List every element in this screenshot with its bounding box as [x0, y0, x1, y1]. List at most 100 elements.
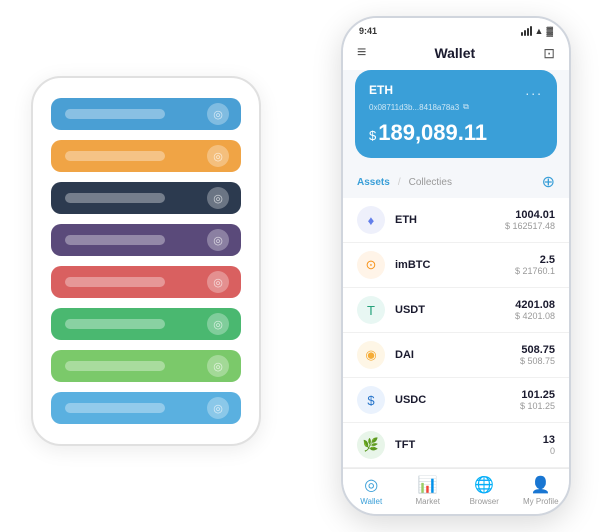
card-item-1[interactable]: ◎ [51, 98, 241, 130]
asset-values-usdc: 101.25 $ 101.25 [520, 389, 555, 411]
signal-icon [521, 26, 532, 36]
asset-amount: 2.5 [515, 254, 555, 266]
nav-icon-browser: 🌐 [474, 475, 494, 495]
asset-usd: $ 508.75 [520, 356, 555, 366]
wallet-coin-label: ETH [369, 83, 393, 97]
copy-icon[interactable]: ⧉ [463, 102, 469, 112]
scene: ◎ ◎ ◎ ◎ ◎ ◎ ◎ ◎ 9:41 [21, 16, 581, 516]
asset-row-tft[interactable]: 🌿 TFT 13 0 [343, 423, 569, 468]
wallet-card: ETH ... 0x08711d3b...8418a78a3 ⧉ $189,08… [355, 70, 557, 158]
card-icon: ◎ [207, 103, 229, 125]
tab-assets[interactable]: Assets [357, 177, 390, 188]
status-time: 9:41 [359, 26, 377, 36]
card-icon: ◎ [207, 271, 229, 293]
nav-label-profile: My Profile [523, 497, 559, 506]
nav-label-browser: Browser [470, 497, 499, 506]
nav-item-profile[interactable]: 👤 My Profile [513, 475, 570, 506]
asset-values-usdt: 4201.08 $ 4201.08 [515, 299, 555, 321]
wallet-more-button[interactable]: ... [525, 82, 543, 98]
card-item-2[interactable]: ◎ [51, 140, 241, 172]
asset-name-usdt: USDT [395, 304, 515, 316]
card-item-4[interactable]: ◎ [51, 224, 241, 256]
wallet-balance: $189,089.11 [369, 120, 543, 146]
asset-amount: 13 [543, 434, 555, 446]
asset-row-usdt[interactable]: T USDT 4201.08 $ 4201.08 [343, 288, 569, 333]
wallet-address: 0x08711d3b...8418a78a3 ⧉ [369, 102, 543, 112]
wifi-icon: ▲ [535, 26, 544, 36]
card-label [65, 361, 165, 371]
card-icon: ◎ [207, 229, 229, 251]
asset-row-usdc[interactable]: $ USDC 101.25 $ 101.25 [343, 378, 569, 423]
card-icon: ◎ [207, 313, 229, 335]
card-label [65, 319, 165, 329]
assets-header: Assets / Collecties ⊕ [343, 168, 569, 198]
assets-tabs: Assets / Collecties [357, 177, 452, 188]
asset-row-dai[interactable]: ◉ DAI 508.75 $ 508.75 [343, 333, 569, 378]
asset-icon-usdc: $ [357, 386, 385, 414]
card-icon: ◎ [207, 397, 229, 419]
nav-item-wallet[interactable]: ◎ Wallet [343, 475, 400, 506]
asset-icon-usdt: T [357, 296, 385, 324]
asset-amount: 101.25 [520, 389, 555, 401]
asset-values-eth: 1004.01 $ 162517.48 [505, 209, 555, 231]
asset-name-eth: ETH [395, 214, 505, 226]
asset-amount: 508.75 [520, 344, 555, 356]
card-item-8[interactable]: ◎ [51, 392, 241, 424]
card-label [65, 193, 165, 203]
asset-name-usdc: USDC [395, 394, 520, 406]
tab-divider: / [398, 177, 401, 188]
nav-label-market: Market [416, 497, 440, 506]
asset-icon-imbtc: ⊙ [357, 251, 385, 279]
asset-name-imbtc: imBTC [395, 259, 515, 271]
card-item-3[interactable]: ◎ [51, 182, 241, 214]
asset-usd: $ 101.25 [520, 401, 555, 411]
bottom-nav: ◎ Wallet 📊 Market 🌐 Browser 👤 My Profile [343, 468, 569, 514]
asset-amount: 4201.08 [515, 299, 555, 311]
card-label [65, 109, 165, 119]
assets-list: ♦ ETH 1004.01 $ 162517.48 ⊙ imBTC 2.5 $ … [343, 198, 569, 468]
card-label [65, 151, 165, 161]
asset-usd: $ 4201.08 [515, 311, 555, 321]
status-icons: ▲ ▓ [521, 26, 553, 36]
asset-row-eth[interactable]: ♦ ETH 1004.01 $ 162517.48 [343, 198, 569, 243]
wallet-card-top: ETH ... [369, 82, 543, 98]
asset-values-dai: 508.75 $ 508.75 [520, 344, 555, 366]
fg-phone: 9:41 ▲ ▓ ≡ Wallet ⊡ ETH ... [341, 16, 571, 516]
card-item-6[interactable]: ◎ [51, 308, 241, 340]
scan-icon[interactable]: ⊡ [543, 45, 555, 62]
bg-phone: ◎ ◎ ◎ ◎ ◎ ◎ ◎ ◎ [31, 76, 261, 446]
balance-amount: 189,089.11 [378, 120, 487, 145]
card-label [65, 403, 165, 413]
tab-collecties[interactable]: Collecties [409, 177, 452, 188]
nav-icon-profile: 👤 [531, 475, 551, 495]
asset-usd: $ 162517.48 [505, 221, 555, 231]
asset-name-tft: TFT [395, 439, 543, 451]
asset-icon-eth: ♦ [357, 206, 385, 234]
card-icon: ◎ [207, 187, 229, 209]
asset-values-imbtc: 2.5 $ 21760.1 [515, 254, 555, 276]
card-icon: ◎ [207, 145, 229, 167]
add-asset-button[interactable]: ⊕ [542, 172, 555, 192]
asset-amount: 1004.01 [505, 209, 555, 221]
balance-prefix: $ [369, 128, 376, 143]
card-label [65, 277, 165, 287]
asset-icon-dai: ◉ [357, 341, 385, 369]
phone-header: ≡ Wallet ⊡ [343, 40, 569, 70]
status-bar: 9:41 ▲ ▓ [343, 18, 569, 40]
menu-icon[interactable]: ≡ [357, 44, 366, 62]
asset-usd: $ 21760.1 [515, 266, 555, 276]
nav-label-wallet: Wallet [360, 497, 382, 506]
asset-name-dai: DAI [395, 349, 520, 361]
battery-icon: ▓ [546, 26, 553, 36]
card-item-7[interactable]: ◎ [51, 350, 241, 382]
card-label [65, 235, 165, 245]
nav-icon-wallet: ◎ [364, 475, 378, 495]
asset-icon-tft: 🌿 [357, 431, 385, 459]
nav-item-browser[interactable]: 🌐 Browser [456, 475, 513, 506]
asset-row-imbtc[interactable]: ⊙ imBTC 2.5 $ 21760.1 [343, 243, 569, 288]
header-title: Wallet [434, 45, 475, 61]
asset-values-tft: 13 0 [543, 434, 555, 456]
card-item-5[interactable]: ◎ [51, 266, 241, 298]
nav-item-market[interactable]: 📊 Market [400, 475, 457, 506]
nav-icon-market: 📊 [418, 475, 438, 495]
